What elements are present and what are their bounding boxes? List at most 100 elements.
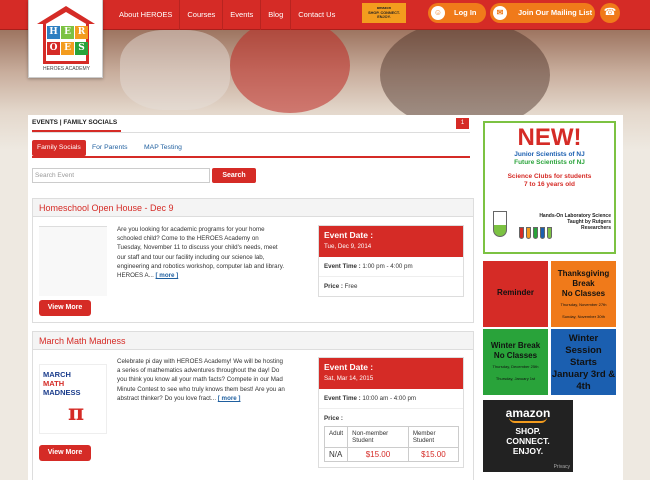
event-date-heading: Event Date : xyxy=(324,362,374,372)
event-date-heading: Event Date : xyxy=(324,230,374,240)
event-description-text: Celebrate pi day with HEROES Academy! We… xyxy=(117,358,285,402)
logo-letter: E xyxy=(61,26,74,39)
price-nonmember: $15.00 xyxy=(347,447,409,462)
price-member: $15.00 xyxy=(407,447,460,462)
main-nav: About HEROES Courses Events Blog Contact… xyxy=(112,0,342,30)
notice-winter-break: Winter Break No Classes Thursday, Decemb… xyxy=(483,329,548,395)
nav-blog[interactable]: Blog xyxy=(261,0,292,30)
event-thumbnail[interactable] xyxy=(39,226,107,296)
thumbnail-text: MATH xyxy=(43,379,65,388)
notice-title: Winter Break No Classes xyxy=(490,341,541,360)
section-title-text: EVENTS | FAMILY SOCIALS xyxy=(32,119,118,126)
notice-winter-session: Winter Session Starts January 3rd & 4th xyxy=(551,329,616,395)
event-time-row: Event Time : 1:00 pm - 4:00 pm xyxy=(319,257,463,277)
phone-icon[interactable]: ☎ xyxy=(600,3,620,23)
price-adult: N/A xyxy=(323,447,349,462)
tab-divider xyxy=(32,156,470,158)
hero-photo-shape xyxy=(230,18,350,113)
event-price-row: Price : xyxy=(319,409,463,424)
event-time: 1:00 pm - 4:00 pm xyxy=(362,263,413,270)
price-table-header: Adult Non-member Student Member Student xyxy=(323,426,460,448)
search-button[interactable]: Search xyxy=(212,168,256,183)
search-input[interactable]: Search Event xyxy=(32,168,210,183)
price-table: Adult Non-member Student Member Student … xyxy=(323,426,460,462)
calendar-notices[interactable]: Reminder Thanksgiving Break No Classes T… xyxy=(483,261,616,395)
ad-line: Future Scientists of NJ xyxy=(514,159,585,166)
event-card: March Math Madness MARCH MATH MADNESS π … xyxy=(32,331,474,480)
more-link[interactable]: [ more ] xyxy=(218,395,241,402)
thumbnail-text: MARCH xyxy=(43,370,71,379)
ad-hands-on: Hands-On Laboratory Science Taught by Ru… xyxy=(539,213,611,231)
sidebar: NEW! Junior Scientists of NJ Future Scie… xyxy=(477,115,623,480)
event-date: Tue, Dec 9, 2014 xyxy=(324,243,372,250)
event-card: Homeschool Open House - Dec 9 Are you lo… xyxy=(32,198,474,323)
tab-map-testing[interactable]: MAP Testing xyxy=(139,140,187,156)
mailing-list-label: Join Our Mailing List xyxy=(518,8,593,17)
divider xyxy=(32,132,470,133)
envelope-icon: ✉ xyxy=(493,6,507,20)
science-club-ad[interactable]: NEW! Junior Scientists of NJ Future Scie… xyxy=(483,121,616,254)
login-button[interactable]: ☺ Log In xyxy=(428,3,486,23)
view-more-button[interactable]: View More xyxy=(39,300,91,316)
notice-title: Reminder xyxy=(497,288,534,297)
nav-contact[interactable]: Contact Us xyxy=(291,0,342,30)
event-thumbnail[interactable]: MARCH MATH MADNESS π xyxy=(39,364,107,434)
privacy-link[interactable]: Privacy xyxy=(554,464,570,470)
hero-photo-shape xyxy=(380,20,550,130)
flask-icon xyxy=(493,211,507,237)
price-header-adult: Adult xyxy=(323,426,349,448)
amazon-ad[interactable]: amazon SHOP. CONNECT. ENJOY. Privacy xyxy=(483,400,573,472)
amazon-logo: amazon xyxy=(505,406,551,420)
event-price-label: Price : xyxy=(324,415,343,422)
event-time-label: Event Time : xyxy=(324,263,361,270)
ad-line: Science Clubs for students 7 to 16 years… xyxy=(507,173,592,188)
logo-letter: O xyxy=(47,42,60,55)
nav-events[interactable]: Events xyxy=(223,0,262,30)
logo-letter: E xyxy=(61,42,74,55)
event-title[interactable]: March Math Madness xyxy=(33,332,473,350)
event-title[interactable]: Homeschool Open House - Dec 9 xyxy=(33,199,473,217)
heroes-academy-logo[interactable]: H E R O E S HEROES ACADEMY xyxy=(28,0,103,78)
event-date-header: Event Date : Tue, Dec 9, 2014 xyxy=(319,226,463,257)
notice-dates: Thursday, November 27th Sunday, November… xyxy=(560,302,607,319)
notice-dates: Thursday, December 25th Thursday, Januar… xyxy=(492,364,539,381)
events-panel: EVENTS | FAMILY SOCIALS 1 Family Socials… xyxy=(28,115,477,480)
notice-title: Winter Session Starts January 3rd & 4th xyxy=(551,333,616,392)
section-title: EVENTS | FAMILY SOCIALS xyxy=(32,119,121,132)
nav-about[interactable]: About HEROES xyxy=(112,0,181,30)
event-price: Free xyxy=(344,283,358,290)
mailing-list-button[interactable]: ✉ Join Our Mailing List xyxy=(490,3,595,23)
count-badge[interactable]: 1 xyxy=(456,118,469,129)
logo-letter: S xyxy=(75,42,88,55)
event-time: 10:00 am - 4:00 pm xyxy=(362,395,417,402)
tab-for-parents[interactable]: For Parents xyxy=(87,140,133,156)
ad-headline: NEW! xyxy=(517,124,582,151)
more-link[interactable]: [ more ] xyxy=(156,272,179,279)
event-info-box: Event Date : Tue, Dec 9, 2014 Event Time… xyxy=(318,225,464,297)
login-label: Log In xyxy=(454,8,477,17)
logo-caption: HEROES ACADEMY xyxy=(43,66,90,72)
notice-reminder: Reminder xyxy=(483,261,548,327)
notice-title: Thanksgiving Break No Classes xyxy=(557,269,610,298)
amazon-tagline: SHOP. CONNECT. ENJOY. xyxy=(506,426,550,456)
notice-thanksgiving: Thanksgiving Break No Classes Thursday, … xyxy=(551,261,616,327)
price-header-member: Member Student xyxy=(407,426,460,448)
event-date: Sat, Mar 14, 2015 xyxy=(324,375,374,382)
event-description: Celebrate pi day with HEROES Academy! We… xyxy=(117,357,285,403)
hero-photo-shape xyxy=(120,30,230,110)
event-price-label: Price : xyxy=(324,283,343,290)
tab-family-socials[interactable]: Family Socials xyxy=(32,140,86,156)
ad-line: Junior Scientists of NJ xyxy=(514,151,585,158)
event-date-header: Event Date : Sat, Mar 14, 2015 xyxy=(319,358,463,389)
logo-letter: R xyxy=(75,26,88,39)
amazon-small-banner[interactable]: amazon SHOP. CONNECT. ENJOY. xyxy=(362,3,406,23)
event-description-text: Are you looking for academic programs fo… xyxy=(117,226,285,280)
event-time-row: Event Time : 10:00 am - 4:00 pm xyxy=(319,389,463,409)
event-price-row: Price : Free xyxy=(319,277,463,296)
view-more-button[interactable]: View More xyxy=(39,445,91,461)
price-table-row: N/A $15.00 $15.00 xyxy=(323,447,460,462)
event-description: Are you looking for academic programs fo… xyxy=(117,225,285,280)
price-header-nonmember: Non-member Student xyxy=(347,426,409,448)
pi-symbol: π xyxy=(67,400,84,426)
nav-courses[interactable]: Courses xyxy=(180,0,224,30)
